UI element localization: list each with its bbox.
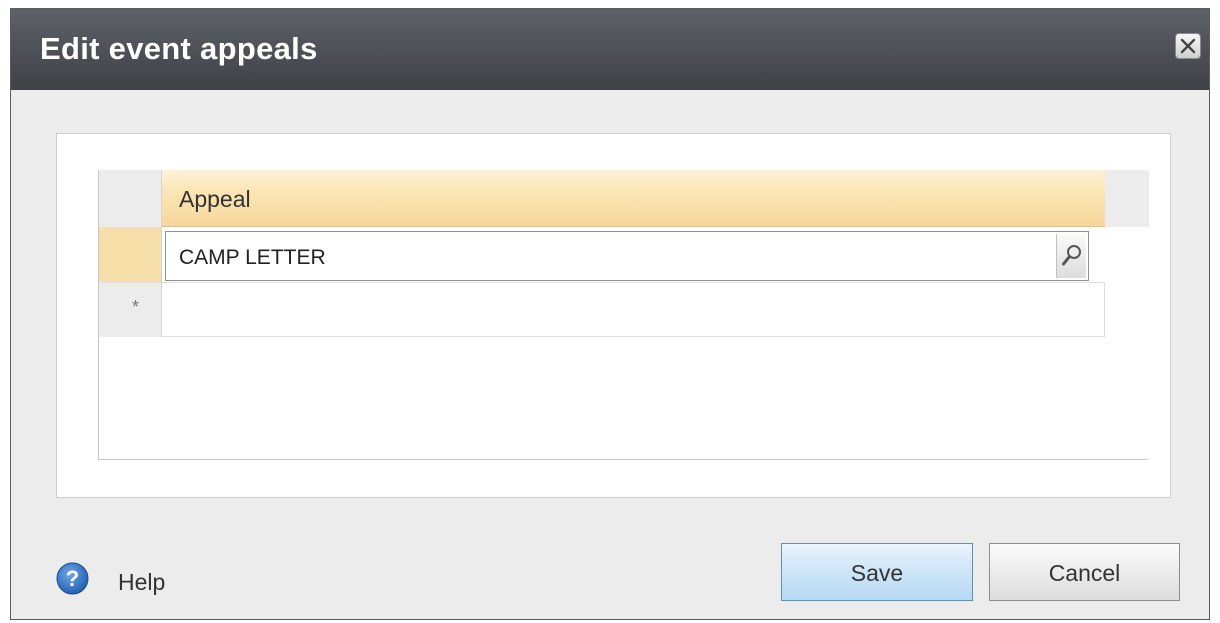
row-selector[interactable] xyxy=(99,227,162,282)
appeal-lookup-button[interactable] xyxy=(1056,234,1086,278)
column-header-label: Appeal xyxy=(179,186,251,212)
new-row-cell[interactable] xyxy=(162,282,1105,337)
column-header-appeal[interactable]: Appeal xyxy=(162,170,1105,227)
search-icon xyxy=(1062,245,1081,266)
edit-event-appeals-dialog: Edit event appeals Appeal CAMP LETTER * … xyxy=(10,8,1210,620)
appeals-panel: Appeal CAMP LETTER * xyxy=(56,133,1171,498)
appeal-cell-value: CAMP LETTER xyxy=(179,246,326,269)
help-label: Help xyxy=(118,569,166,595)
svg-text:?: ? xyxy=(66,566,79,591)
dialog-title: Edit event appeals xyxy=(40,31,318,66)
help-icon: ? xyxy=(56,562,89,595)
new-row-marker: * xyxy=(132,297,140,317)
new-row-selector[interactable]: * xyxy=(99,282,162,337)
save-button[interactable]: Save xyxy=(781,543,973,601)
appeal-cell-input[interactable]: CAMP LETTER xyxy=(165,231,1089,281)
close-icon xyxy=(1180,38,1196,54)
grid-corner-header xyxy=(99,170,162,227)
appeals-grid: Appeal CAMP LETTER * xyxy=(98,170,1149,460)
cancel-button[interactable]: Cancel xyxy=(989,543,1180,601)
close-button[interactable] xyxy=(1175,33,1201,59)
dialog-titlebar: Edit event appeals xyxy=(11,9,1209,90)
grid-header-filler xyxy=(1105,170,1149,227)
